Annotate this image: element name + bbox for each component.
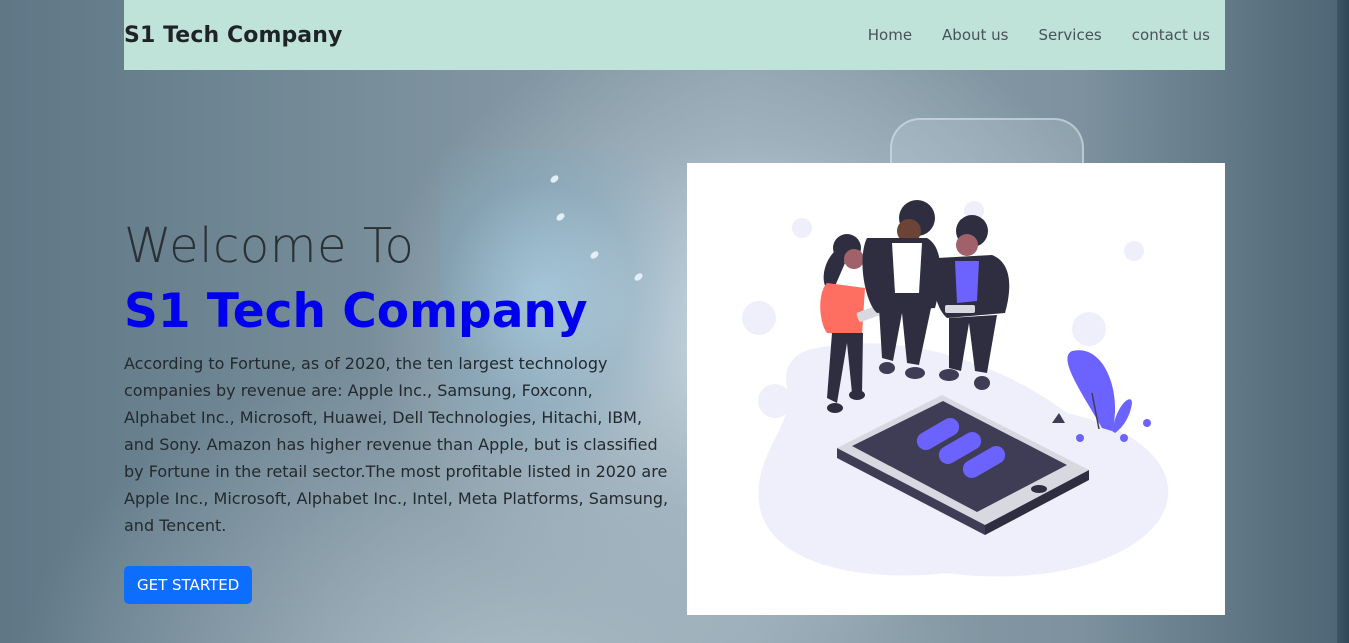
nav-link-home[interactable]: Home bbox=[868, 26, 912, 44]
hero-illustration bbox=[687, 163, 1225, 615]
hero-welcome-heading: Welcome To bbox=[124, 218, 415, 274]
hero-section: Welcome To S1 Tech Company According to … bbox=[124, 214, 684, 539]
get-started-button[interactable]: GET STARTED bbox=[124, 566, 253, 604]
illustration-circle bbox=[1072, 312, 1106, 346]
top-navbar: S1 Tech Company Home About us Services c… bbox=[124, 0, 1225, 70]
nav-link-about-us[interactable]: About us bbox=[942, 26, 1008, 44]
nav-link-contact-us[interactable]: contact us bbox=[1132, 26, 1210, 44]
hero-company-heading: S1 Tech Company bbox=[124, 284, 588, 339]
team-phone-illustration bbox=[742, 200, 1169, 577]
window-edge bbox=[1337, 0, 1349, 643]
brand-logo-text[interactable]: S1 Tech Company bbox=[124, 23, 342, 48]
hero-description: According to Fortune, as of 2020, the te… bbox=[124, 354, 669, 535]
illustration-circle bbox=[1124, 241, 1144, 261]
background-dot bbox=[549, 173, 560, 185]
illustration-circle bbox=[792, 218, 812, 238]
illustration-circle bbox=[742, 301, 776, 335]
nav-link-services[interactable]: Services bbox=[1039, 26, 1102, 44]
nav-links: Home About us Services contact us bbox=[868, 26, 1210, 44]
illustration-circle bbox=[758, 384, 792, 418]
